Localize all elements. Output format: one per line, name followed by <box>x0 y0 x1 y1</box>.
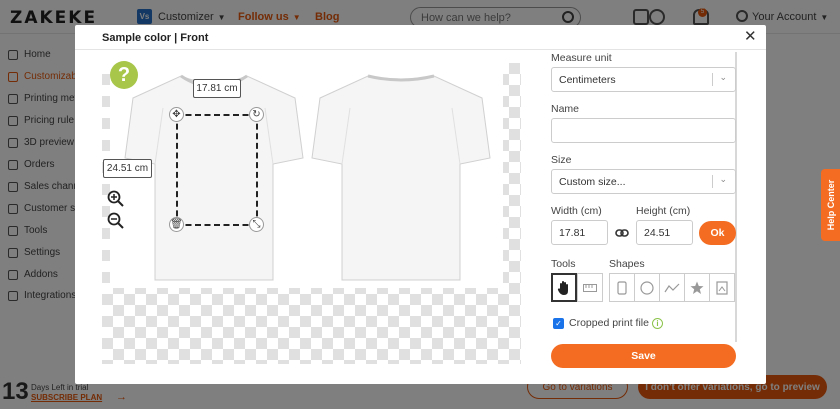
cropped-print-file-checkbox[interactable]: ✓ <box>553 318 564 329</box>
measure-unit-select[interactable]: Centimeters ⌄ <box>551 67 736 92</box>
print-area-box[interactable] <box>176 114 258 226</box>
cropped-print-file-label: Cropped print file <box>569 317 649 329</box>
size-select[interactable]: Custom size... ⌄ <box>551 169 736 194</box>
tshirt-back-image <box>311 74 491 281</box>
zoom-out-icon[interactable] <box>107 212 124 229</box>
chevron-down-icon: ⌄ <box>719 72 727 82</box>
link-icon[interactable] <box>615 226 629 240</box>
height-input-value: 24.51 <box>644 226 671 239</box>
rectangle-icon <box>617 280 627 295</box>
height-label: Height (cm) <box>636 205 691 217</box>
resize-handle-icon[interactable]: ⤡ <box>249 217 264 232</box>
circle-icon <box>640 280 654 295</box>
image-file-icon <box>716 280 728 295</box>
measure-unit-label: Measure unit <box>551 52 612 64</box>
chevron-down-icon: ⌄ <box>719 174 727 184</box>
close-icon[interactable]: ✕ <box>744 29 757 44</box>
form-scrollbar[interactable] <box>735 52 737 342</box>
modal-divider <box>75 49 766 50</box>
move-handle-icon[interactable]: ✥ <box>169 107 184 122</box>
hand-icon <box>557 280 568 295</box>
polyline-icon <box>664 283 680 292</box>
info-icon[interactable]: i <box>652 318 663 329</box>
zoom-in-icon[interactable] <box>107 190 124 207</box>
hand-tool-button[interactable] <box>551 273 577 302</box>
select-divider <box>712 175 713 188</box>
help-question-icon[interactable]: ? <box>110 61 138 89</box>
editor-canvas[interactable] <box>102 63 521 364</box>
size-label: Size <box>551 154 572 166</box>
shape-polyline-button[interactable] <box>659 273 685 302</box>
ruler-icon <box>583 283 597 292</box>
shape-star-button[interactable] <box>684 273 710 302</box>
measure-unit-value: Centimeters <box>559 73 616 86</box>
width-input-value: 17.81 <box>559 226 586 239</box>
print-area-height-label: 24.51 cm <box>103 159 152 178</box>
modal-title: Sample color | Front <box>102 32 209 44</box>
delete-handle-icon[interactable]: 🗑 <box>169 217 184 232</box>
save-button[interactable]: Save <box>551 344 736 368</box>
shape-circle-button[interactable] <box>634 273 660 302</box>
height-input[interactable]: 24.51 <box>636 220 693 245</box>
ok-button[interactable]: Ok <box>699 221 736 245</box>
shape-rectangle-button[interactable] <box>609 273 635 302</box>
rotate-handle-icon[interactable]: ↻ <box>249 107 264 122</box>
select-divider <box>712 73 713 86</box>
help-center-tab[interactable]: Help Center <box>821 169 840 241</box>
size-value: Custom size... <box>559 175 626 188</box>
shapes-label: Shapes <box>609 258 645 270</box>
name-input[interactable] <box>551 118 736 143</box>
shape-image-button[interactable] <box>709 273 735 302</box>
width-label: Width (cm) <box>551 205 602 217</box>
ruler-tool-button[interactable] <box>577 273 603 302</box>
name-label: Name <box>551 103 580 115</box>
star-icon <box>690 281 704 294</box>
print-area-width-label: 17.81 cm <box>193 79 241 98</box>
width-input[interactable]: 17.81 <box>551 220 608 245</box>
tools-label: Tools <box>551 258 576 270</box>
help-center-label: Help Center <box>825 179 836 231</box>
